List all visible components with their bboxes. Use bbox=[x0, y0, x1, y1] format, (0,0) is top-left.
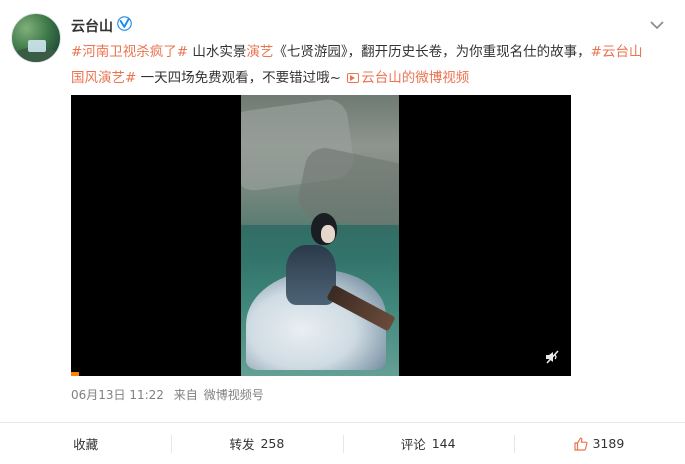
comment-label: 评论 bbox=[400, 437, 426, 452]
video-link[interactable]: 云台山的微博视频 bbox=[345, 70, 469, 86]
thumbs-up-icon bbox=[574, 437, 588, 451]
repost-count: 258 bbox=[260, 436, 285, 451]
post-text: #河南卫视杀疯了# 山水实景演艺《七贤游园》，翻开历史长卷，为你重现名仕的故事，… bbox=[71, 39, 651, 91]
video-player[interactable] bbox=[71, 95, 571, 376]
like-button[interactable]: 3189 bbox=[513, 423, 685, 464]
repost-button[interactable]: 转发 258 bbox=[171, 423, 342, 464]
repost-label: 转发 bbox=[229, 437, 255, 452]
post-meta: 06月13日 11:22 来自 微博视频号 bbox=[71, 386, 270, 403]
username[interactable]: 云台山 bbox=[71, 16, 113, 36]
verified-badge-icon bbox=[117, 16, 132, 31]
action-bar: 收藏 转发 258 评论 144 3189 bbox=[0, 423, 685, 464]
post-text-segment: 《七贤游园》，翻开历史长卷，为你重现名仕的故事， bbox=[273, 44, 591, 60]
post-date[interactable]: 06月13日 11:22 bbox=[71, 388, 164, 402]
post-text-segment: 一天四场免费观看，不要错过哦~ bbox=[136, 70, 346, 86]
avatar[interactable] bbox=[11, 13, 61, 63]
comment-button[interactable]: 评论 144 bbox=[342, 423, 514, 464]
mute-icon[interactable] bbox=[544, 349, 560, 365]
comment-count: 144 bbox=[431, 436, 456, 451]
keyword-link[interactable]: 演艺 bbox=[246, 44, 273, 60]
video-play-icon bbox=[347, 73, 360, 83]
source-prefix: 来自 bbox=[173, 388, 198, 402]
hashtag-link[interactable]: #河南卫视杀疯了# bbox=[71, 44, 188, 60]
favorite-label: 收藏 bbox=[73, 437, 99, 452]
post-source[interactable]: 微博视频号 bbox=[204, 388, 264, 402]
video-link-label: 云台山的微博视频 bbox=[361, 70, 470, 86]
chevron-down-icon[interactable] bbox=[650, 20, 664, 30]
post-text-segment: 山水实景 bbox=[188, 44, 247, 60]
weibo-post-card: 云台山 #河南卫视杀疯了# 山水实景演艺《七贤游园》，翻开历史长卷，为你重现名仕… bbox=[0, 0, 685, 464]
video-frame bbox=[241, 95, 399, 376]
like-count: 3189 bbox=[592, 436, 625, 451]
favorite-button[interactable]: 收藏 bbox=[0, 423, 171, 464]
video-progress-bar[interactable] bbox=[71, 372, 79, 376]
